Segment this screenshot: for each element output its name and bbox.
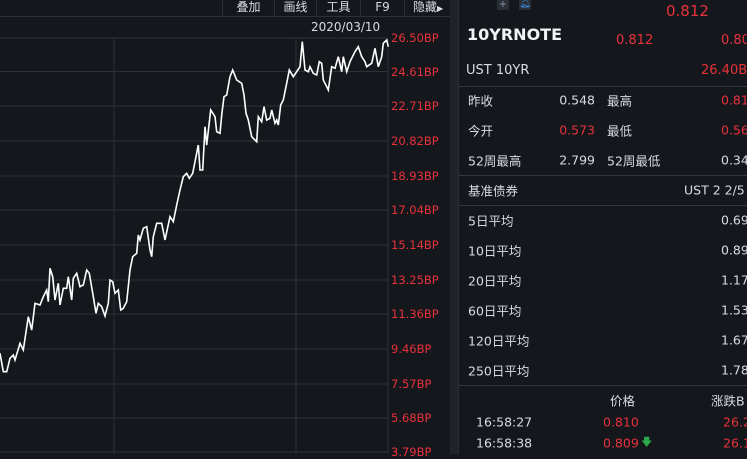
- average-value: 1.67: [721, 332, 747, 348]
- price-chart[interactable]: [0, 0, 390, 454]
- average-value: 1.53: [721, 302, 747, 318]
- benchmark-label: 基准债券: [468, 183, 519, 199]
- hide-button[interactable]: 隐藏▶: [404, 0, 450, 17]
- panel-splitter[interactable]: [450, 0, 458, 454]
- y-axis-label: 24.61BP: [391, 64, 439, 79]
- y-axis-label: 3.79BP: [391, 445, 432, 459]
- stat-value: 0.573: [559, 122, 595, 138]
- price-header: 价格: [610, 393, 636, 409]
- price: 0.812: [616, 33, 654, 48]
- y-axis-label: 9.46BP: [391, 342, 432, 356]
- average-value: 0.69: [721, 212, 747, 228]
- add-icon[interactable]: +: [497, 0, 509, 10]
- stat-label: 52周最低: [607, 153, 661, 169]
- tick-price: 0.810: [603, 414, 639, 430]
- stat-label: 昨收: [468, 93, 494, 109]
- triangle-right-icon: ▶: [437, 4, 444, 13]
- tick-time: 16:58:27: [476, 414, 533, 430]
- symbol: 10YRNOTE: [467, 25, 563, 44]
- y-axis-label: 15.14BP: [391, 238, 439, 252]
- average-label: 250日平均: [468, 363, 530, 379]
- instrument-name: UST 10YR: [466, 63, 530, 78]
- tick-time: 16:58:38: [476, 435, 533, 451]
- stat-label: 最高: [607, 93, 633, 109]
- stat-label: 最低: [607, 123, 633, 139]
- price-line: [0, 38, 390, 373]
- y-axis-label: 17.04BP: [391, 203, 439, 217]
- arrow-down-icon: 🡇: [641, 435, 653, 449]
- y-axis-label: 20.82BP: [391, 134, 439, 148]
- tick-change: 26.1: [723, 435, 747, 451]
- y-axis-label: 7.57BP: [391, 377, 432, 391]
- stat-label: 今开: [468, 123, 494, 139]
- stat-value: 0.56: [721, 122, 747, 138]
- average-label: 20日平均: [468, 273, 522, 289]
- average-label: 10日平均: [468, 243, 522, 259]
- bell-icon[interactable]: 🔔︎: [519, 0, 531, 10]
- average-label: 5日平均: [468, 213, 514, 229]
- y-axis-label: 18.93BP: [391, 169, 439, 183]
- stat-value: 2.799: [559, 152, 595, 168]
- stat-label: 52周最高: [468, 153, 522, 169]
- stat-value: 0.81: [721, 92, 747, 108]
- tick-change: 26.2: [723, 414, 747, 430]
- hide-label: 隐藏: [413, 0, 438, 14]
- y-axis-label: 26.50BP: [391, 31, 439, 45]
- average-value: 0.89: [721, 242, 747, 258]
- y-axis-label: 11.36BP: [391, 307, 439, 321]
- stat-value: 0.34: [721, 152, 747, 168]
- average-label: 120日平均: [468, 333, 530, 349]
- price-secondary: 0.80: [721, 33, 747, 48]
- average-value: 1.17: [721, 272, 747, 288]
- change-bp: 26.40B: [701, 63, 747, 78]
- benchmark-value: UST 2 2/5: [684, 182, 745, 198]
- tick-price: 0.809: [603, 435, 639, 451]
- change-header: 涨跌B: [711, 393, 745, 409]
- average-value: 1.78: [721, 362, 747, 378]
- y-axis-label: 13.25BP: [391, 273, 439, 287]
- y-axis-label: 22.71BP: [391, 99, 439, 113]
- top-price: 0.812: [666, 2, 709, 20]
- average-label: 60日平均: [468, 303, 522, 319]
- stat-value: 0.548: [559, 92, 595, 108]
- y-axis-label: 5.68BP: [391, 411, 432, 425]
